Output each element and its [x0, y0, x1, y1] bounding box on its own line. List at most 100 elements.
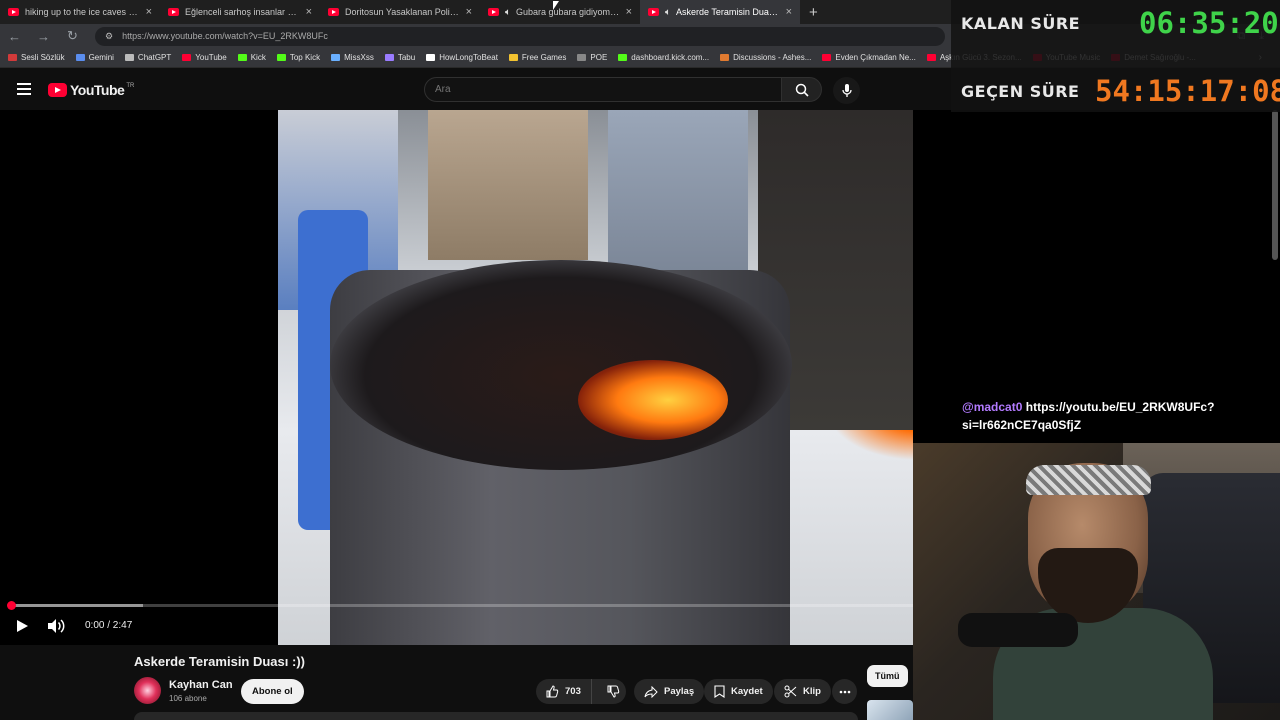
channel-name[interactable]: Kayhan Can — [169, 679, 233, 691]
subscriber-count: 106 abone — [169, 694, 207, 703]
more-actions-button[interactable] — [832, 679, 857, 704]
thumbs-up-icon — [546, 685, 559, 698]
audio-playing-icon[interactable]: 🔈︎ — [665, 7, 671, 18]
description-box[interactable] — [134, 712, 858, 720]
tab-close-icon[interactable]: × — [626, 6, 632, 18]
share-icon — [644, 685, 658, 698]
bookmark-favicon-icon — [276, 54, 286, 61]
dislike-button[interactable] — [598, 679, 629, 704]
voice-search-button[interactable] — [833, 77, 860, 104]
bookmark-favicon-icon — [331, 54, 341, 61]
share-label: Paylaş — [664, 686, 695, 697]
microphone-icon — [841, 84, 852, 97]
filter-chip-all[interactable]: Tümü — [867, 665, 908, 687]
menu-icon[interactable] — [17, 83, 31, 95]
stream-timer-overlay: KALAN SÜRE 06:35:20 GEÇEN SÜRE 54:15:17:… — [951, 0, 1280, 112]
bookmark-item[interactable]: Free Games — [508, 53, 567, 62]
tab-close-icon[interactable]: × — [786, 6, 792, 18]
remaining-time-label: KALAN SÜRE — [961, 14, 1081, 33]
bookmark-label: HowLongToBeat — [439, 53, 498, 62]
youtube-logo[interactable]: YouTube TR — [48, 82, 134, 98]
bookmark-item[interactable]: Discussions - Ashes... — [720, 53, 811, 62]
like-count: 703 — [565, 686, 581, 697]
bookmark-item[interactable]: dashboard.kick.com... — [618, 53, 709, 62]
video-frame[interactable] — [278, 110, 913, 645]
save-button[interactable]: Kaydet — [704, 679, 773, 704]
tab-close-icon[interactable]: × — [146, 6, 152, 18]
url-field[interactable]: ⚙︎ https://www.youtube.com/watch?v=EU_2R… — [95, 26, 945, 46]
bookmark-icon — [714, 685, 725, 698]
video-title: Askerde Teramisin Duası :)) — [134, 654, 305, 669]
subscribe-button[interactable]: Abone ol — [241, 679, 304, 704]
bookmark-item[interactable]: Sesli Sözlük — [8, 53, 65, 62]
region-code: TR — [126, 82, 135, 89]
bookmark-label: Free Games — [521, 53, 567, 62]
browser-tab[interactable]: Eğlenceli sarhoş insanlar derleme × — [160, 0, 320, 24]
browser-tab[interactable]: 🔈︎ Gubara gubara gidiyom - Yo × — [480, 0, 640, 24]
play-button[interactable] — [14, 618, 30, 634]
youtube-favicon-icon — [328, 8, 339, 16]
tab-close-icon[interactable]: × — [306, 6, 312, 18]
bookmark-favicon-icon — [182, 54, 192, 61]
bookmark-label: Gemini — [88, 53, 114, 62]
browser-tab-active[interactable]: 🔈︎ Askerde Teramisin Duası :) × — [640, 0, 800, 24]
bookmark-label: ChatGPT — [137, 53, 172, 62]
bookmark-label: Evden Çıkmadan Ne... — [835, 53, 916, 62]
new-tab-button[interactable]: + — [800, 4, 827, 21]
back-arrow-icon[interactable]: ← — [0, 29, 29, 44]
clip-button[interactable]: Klip — [774, 679, 831, 704]
youtube-favicon-icon — [8, 8, 19, 16]
bookmark-item[interactable]: POE — [577, 53, 607, 62]
bookmark-item[interactable]: Gemini — [75, 53, 114, 62]
search-icon — [795, 83, 809, 97]
search-input[interactable] — [424, 77, 782, 102]
bookmark-favicon-icon — [618, 54, 628, 61]
bookmark-favicon-icon — [508, 54, 518, 61]
bookmark-item[interactable]: Top Kick — [276, 53, 321, 62]
browser-tab[interactable]: Doritosun Yasaklanan Polis Reklam × — [320, 0, 480, 24]
like-button[interactable]: 703 — [536, 679, 592, 704]
page-scrollbar[interactable] — [1272, 110, 1278, 260]
channel-avatar[interactable] — [134, 677, 161, 704]
chat-message: @madcat0 https://youtu.be/EU_2RKW8UFc?si… — [962, 398, 1272, 434]
bookmark-item[interactable]: Tabu — [384, 53, 415, 62]
bookmark-label: Top Kick — [289, 53, 321, 62]
clip-label: Klip — [803, 686, 821, 697]
search-button[interactable] — [781, 77, 822, 102]
elapsed-time-label: GEÇEN SÜRE — [961, 82, 1080, 101]
reload-icon[interactable]: ↻ — [58, 28, 87, 44]
bookmark-favicon-icon — [822, 54, 832, 61]
bookmark-item[interactable]: Evden Çıkmadan Ne... — [822, 53, 916, 62]
tab-title: Gubara gubara gidiyom - Yo — [516, 7, 620, 17]
tab-title: Doritosun Yasaklanan Polis Reklam — [345, 7, 460, 17]
bookmark-label: YouTube — [195, 53, 227, 62]
tab-title: Eğlenceli sarhoş insanlar derleme — [185, 7, 300, 17]
recommended-video-thumbnail[interactable] — [867, 700, 913, 720]
logo-text: YouTube — [70, 82, 125, 98]
bandana — [1026, 465, 1151, 495]
streaming-microphone — [958, 613, 1078, 647]
bookmark-item[interactable]: ChatGPT — [124, 53, 172, 62]
volume-button[interactable] — [47, 618, 65, 634]
mouse-cursor-icon — [553, 1, 559, 10]
bookmark-item[interactable]: YouTube — [182, 53, 227, 62]
site-info-icon[interactable]: ⚙︎ — [105, 31, 113, 42]
bookmark-favicon-icon — [577, 54, 587, 61]
youtube-play-logo-icon — [48, 83, 67, 97]
share-button[interactable]: Paylaş — [634, 679, 705, 704]
scrubber-handle[interactable] — [7, 601, 16, 610]
bookmark-label: MissXss — [344, 53, 374, 62]
audio-playing-icon[interactable]: 🔈︎ — [505, 7, 511, 18]
thumbs-down-icon — [607, 685, 620, 698]
youtube-favicon-icon — [488, 8, 499, 16]
tab-close-icon[interactable]: × — [466, 6, 472, 18]
youtube-favicon-icon — [648, 8, 659, 16]
bookmark-label: Kick — [250, 53, 266, 62]
forward-arrow-icon[interactable]: → — [29, 29, 58, 44]
browser-tab[interactable]: hiking up to the ice caves - YouTu × — [0, 0, 160, 24]
bookmark-label: POE — [590, 53, 608, 62]
like-dislike-group: 703 — [536, 679, 626, 704]
bookmark-item[interactable]: MissXss — [331, 53, 374, 62]
bookmark-item[interactable]: HowLongToBeat — [426, 53, 498, 62]
bookmark-item[interactable]: Kick — [237, 53, 266, 62]
